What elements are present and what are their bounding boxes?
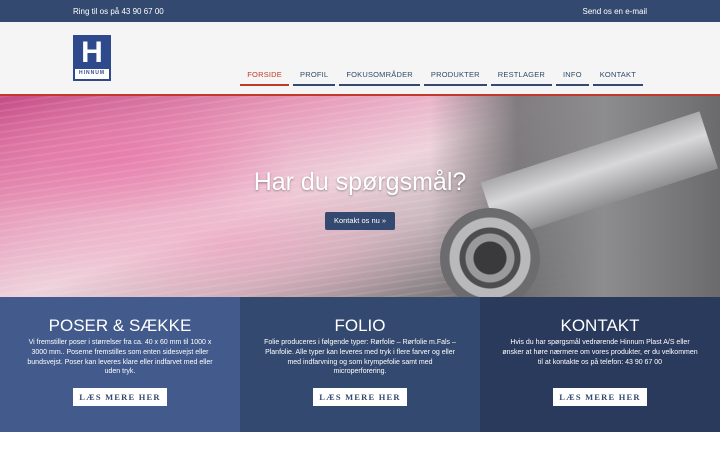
feature-box-title: KONTAKT <box>560 316 640 335</box>
feature-box-poser: POSER & SÆKKE Vi fremstiller poser i stø… <box>0 297 240 432</box>
email-link[interactable]: Send os en e-mail <box>583 7 647 16</box>
phone-link[interactable]: Ring til os på 43 90 67 00 <box>73 7 164 16</box>
read-more-button[interactable]: LÆS MERE HER <box>553 388 647 406</box>
read-more-button[interactable]: LÆS MERE HER <box>313 388 407 406</box>
nav-item-restlager[interactable]: RESTLAGER <box>490 70 553 86</box>
hero-banner: Har du spørgsmål? Kontakt os nu » <box>0 96 720 297</box>
feature-box-kontakt: KONTAKT Hvis du har spørgsmål vedrørende… <box>480 297 720 432</box>
feature-box-text: Vi fremstiller poser i størrelser fra ca… <box>27 339 213 376</box>
nav-item-forside[interactable]: FORSIDE <box>240 70 290 86</box>
contact-now-button[interactable]: Kontakt os nu » <box>325 212 395 230</box>
read-more-button[interactable]: LÆS MERE HER <box>73 388 167 406</box>
feature-box-title: FOLIO <box>334 316 386 335</box>
logo-word: HINNUM <box>79 70 105 76</box>
nav-item-produkter[interactable]: PRODUKTER <box>423 70 487 86</box>
logo-letter: H <box>75 37 109 69</box>
hero-title: Har du spørgsmål? <box>253 168 467 196</box>
feature-boxes: POSER & SÆKKE Vi fremstiller poser i stø… <box>0 297 720 432</box>
page-bottom-strip <box>0 432 720 450</box>
hinnum-logo[interactable]: H HINNUM <box>73 35 111 81</box>
nav-item-kontakt[interactable]: KONTAKT <box>592 70 643 86</box>
feature-box-title: POSER & SÆKKE <box>48 316 192 335</box>
site-header: H HINNUM FORSIDE PROFIL FOKUSOMRÅDER PRO… <box>0 22 720 96</box>
nav-item-fokusomrader[interactable]: FOKUSOMRÅDER <box>339 70 420 86</box>
feature-box-folio: FOLIO Folie produceres i følgende typer:… <box>240 297 480 432</box>
main-nav: FORSIDE PROFIL FOKUSOMRÅDER PRODUKTER RE… <box>240 70 643 86</box>
nav-item-info[interactable]: INFO <box>556 70 589 86</box>
feature-box-text: Hvis du har spørgsmål vedrørende Hinnum … <box>502 339 698 366</box>
hero-machine-roller <box>440 208 540 297</box>
top-bar: Ring til os på 43 90 67 00 Send os en e-… <box>0 0 720 22</box>
nav-item-profil[interactable]: PROFIL <box>293 70 336 86</box>
feature-box-text: Folie produceres i følgende typer: Rørfo… <box>264 339 456 376</box>
